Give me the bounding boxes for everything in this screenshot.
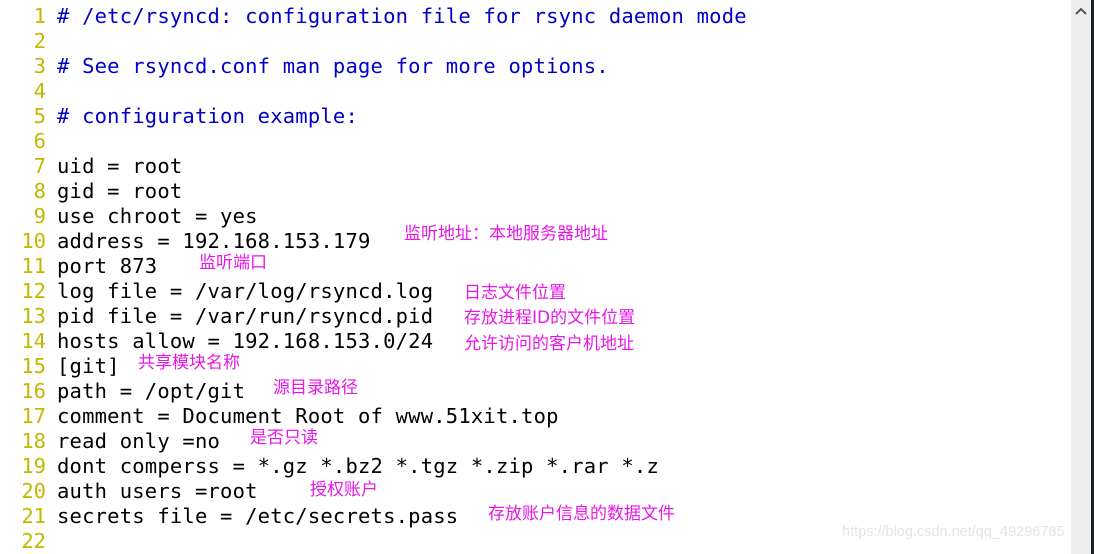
line-number: 9: [33, 204, 46, 228]
editor-line: 20 auth users =root 授权账户: [0, 479, 1000, 504]
line-number: 22: [21, 529, 46, 553]
vertical-scrollbar[interactable]: [1071, 0, 1091, 554]
editor-line: 11 port 873 监听端口: [0, 253, 1000, 279]
line-text: log file = /var/log/rsyncd.log: [57, 279, 434, 303]
editor-line: 18 read only =no 是否只读: [0, 428, 1000, 454]
line-number: 18: [21, 429, 46, 453]
editor-line: 10 address = 192.168.153.179 监听地址：本地服务器地址: [0, 224, 1000, 254]
line-text: hosts allow = 192.168.153.0/24: [57, 329, 434, 353]
line-text: auth users =root: [57, 479, 258, 503]
line-text: secrets file = /etc/secrets.pass: [57, 504, 459, 528]
line-number: 17: [21, 404, 46, 428]
line-text: pid file = /var/run/rsyncd.pid: [57, 304, 434, 328]
line-number: 7: [33, 154, 46, 178]
scroll-up-button[interactable]: [1071, 0, 1091, 22]
line-number: 6: [33, 129, 46, 153]
line-text: path = /opt/git: [57, 379, 246, 403]
editor-line: 12 log file = /var/log/rsyncd.log 日志文件位置: [0, 279, 1000, 304]
editor-line: 15 [git] 共享模块名称: [0, 353, 1000, 379]
watermark: https://blog.csdn.net/qq_49296785: [842, 524, 1065, 540]
editor-line: 16 path = /opt/git 源目录路径: [0, 378, 1000, 404]
line-text: # /etc/rsyncd: configuration file for rs…: [57, 4, 747, 28]
line-number: 12: [21, 279, 46, 303]
line-text: # configuration example:: [57, 104, 359, 128]
annotation-listen-port: 监听端口: [199, 253, 267, 273]
annotation-log-file: 日志文件位置: [464, 283, 566, 303]
line-text: # See rsyncd.conf man page for more opti…: [57, 54, 609, 78]
line-number: 15: [21, 354, 46, 378]
editor-line: 13 pid file = /var/run/rsyncd.pid 存放进程ID的文…: [0, 304, 1000, 329]
line-number: 19: [21, 454, 46, 478]
line-text: uid = root: [57, 154, 183, 178]
line-number: 8: [33, 179, 46, 203]
line-number: 11: [21, 254, 46, 278]
line-text: dont comperss = *.gz *.bz2 *.tgz *.zip *…: [57, 454, 660, 478]
line-text: [git]: [57, 354, 120, 378]
annotation-module-name: 共享模块名称: [138, 353, 240, 373]
line-number: 2: [33, 29, 46, 53]
line-number: 3: [33, 54, 46, 78]
line-number: 20: [21, 479, 46, 503]
line-number: 10: [21, 229, 46, 253]
annotation-auth-users: 授权账户: [310, 480, 378, 500]
annotation-secrets-file: 存放账户信息的数据文件: [488, 504, 675, 524]
line-number: 16: [21, 379, 46, 403]
line-text: use chroot = yes: [57, 204, 258, 228]
annotation-pid-file: 存放进程ID的文件位置: [464, 308, 636, 328]
line-text: read only =no: [57, 429, 221, 453]
text-editor[interactable]: 1 # /etc/rsyncd: configuration file for r…: [0, 0, 1071, 554]
annotation-read-only: 是否只读: [250, 428, 318, 448]
line-text: gid = root: [57, 179, 183, 203]
line-number: 4: [33, 79, 46, 103]
line-number: 1: [33, 4, 46, 28]
line-number: 5: [33, 104, 46, 128]
line-text: port 873: [57, 254, 158, 278]
annotation-path: 源目录路径: [273, 378, 358, 398]
line-number: 21: [21, 504, 46, 528]
line-number: 13: [21, 304, 46, 328]
line-number: 14: [21, 329, 46, 353]
annotation-listen-address: 监听地址：本地服务器地址: [404, 224, 608, 244]
